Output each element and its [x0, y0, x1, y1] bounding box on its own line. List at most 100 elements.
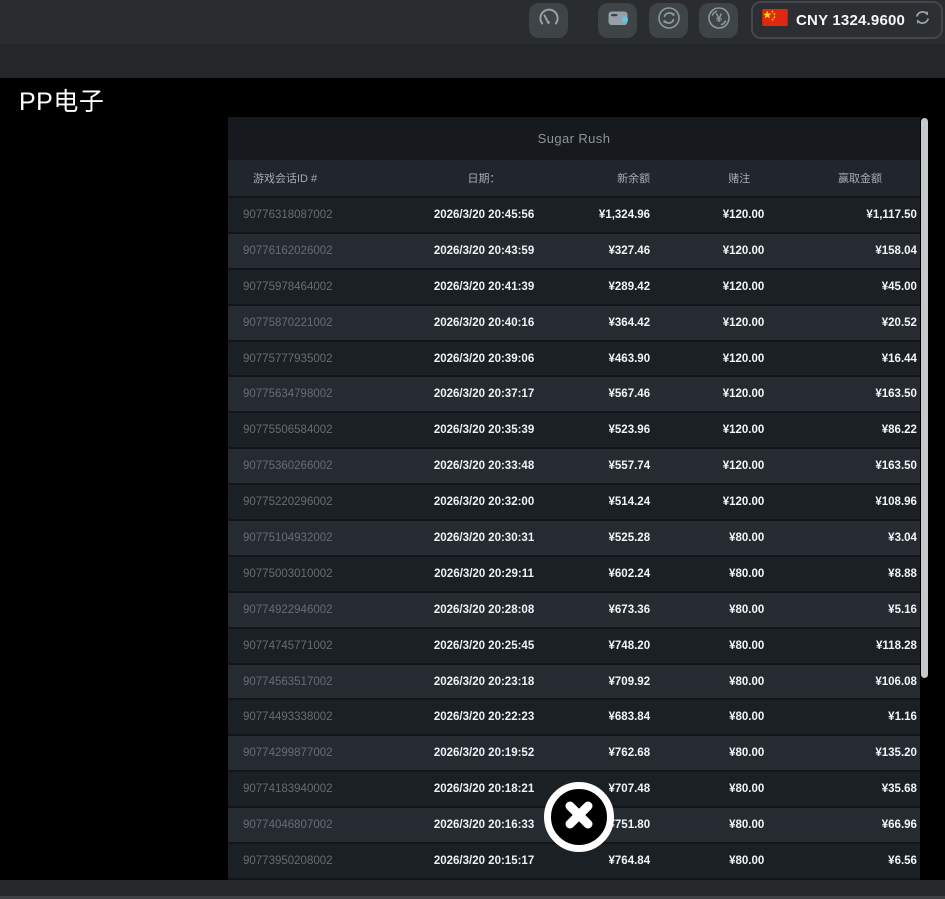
cell-balance: ¥602.24	[574, 568, 650, 580]
table-row: 907759784640022026/3/20 20:41:39¥289.42 ¥…	[228, 270, 920, 306]
cell-session-id: 90774922946002	[228, 604, 394, 616]
cell-session-id: 90775360266002	[228, 460, 394, 472]
cell-balance: ¥463.90	[574, 353, 650, 365]
cell-win: ¥5.16	[764, 604, 920, 616]
game-history-modal: Sugar Rush 游戏会话ID # 日期： 新余额 赌注 赢取金额 9077…	[228, 117, 920, 880]
cell-bet: ¥80.00	[650, 676, 764, 688]
currency-exchange-button[interactable]: ¥	[699, 3, 738, 38]
cell-session-id: 90775104932002	[228, 532, 394, 544]
cell-session-id: 90775003010002	[228, 568, 394, 580]
china-flag-icon	[762, 9, 788, 31]
cell-win: ¥1,117.50	[764, 209, 920, 221]
secondary-bar	[0, 44, 945, 78]
cell-date: 2026/3/20 20:41:39	[394, 281, 574, 293]
cell-bet: ¥120.00	[650, 388, 764, 400]
column-header-session-id: 游戏会话ID #	[228, 170, 394, 186]
cell-win: ¥45.00	[764, 281, 920, 293]
cell-session-id: 90775220296002	[228, 496, 394, 508]
wallet-button[interactable]	[598, 3, 637, 38]
cell-bet: ¥80.00	[650, 711, 764, 723]
cell-date: 2026/3/20 20:15:17	[394, 855, 574, 867]
cell-session-id: 90775634798002	[228, 388, 394, 400]
modal-scrollbar-track[interactable]	[920, 117, 929, 880]
table-row: 907747457710022026/3/20 20:25:45¥748.20¥…	[228, 629, 920, 665]
column-header-bet: 赌注	[650, 170, 764, 186]
cell-session-id: 90775978464002	[228, 281, 394, 293]
cell-date: 2026/3/20 20:37:17	[394, 388, 574, 400]
cell-balance: ¥762.68	[574, 747, 650, 759]
table-row: 907761620260022026/3/20 20:43:59¥327.46 ¥…	[228, 234, 920, 270]
cell-balance: ¥567.46	[574, 388, 650, 400]
currency-balance: CNY 1324.9600	[796, 12, 905, 29]
cell-bet: ¥80.00	[650, 855, 764, 867]
column-header-balance: 新余额	[574, 170, 650, 186]
cell-session-id: 90774745771002	[228, 640, 394, 652]
cell-win: ¥86.22	[764, 424, 920, 436]
column-header-date: 日期：	[394, 170, 574, 186]
cell-date: 2026/3/20 20:39:06	[394, 353, 574, 365]
cell-balance: ¥289.42	[574, 281, 650, 293]
gauge-button[interactable]	[529, 3, 568, 38]
svg-text:¥: ¥	[715, 11, 722, 25]
cell-win: ¥106.08	[764, 676, 920, 688]
cell-session-id: 90776162026002	[228, 245, 394, 257]
refresh-icon[interactable]	[913, 8, 932, 32]
screen: ¥ CNY 1324.9600 PP电子 Suga	[0, 0, 945, 899]
currency-exchange-icon: ¥	[706, 5, 732, 36]
cell-win: ¥135.20	[764, 747, 920, 759]
table-row: 907763180870022026/3/20 20:45:56¥1,324.9…	[228, 198, 920, 234]
table-header: 游戏会话ID # 日期： 新余额 赌注 赢取金额	[228, 160, 920, 198]
cell-balance: ¥514.24	[574, 496, 650, 508]
cell-bet: ¥120.00	[650, 424, 764, 436]
currency-selector[interactable]: CNY 1324.9600	[751, 1, 943, 39]
table-row: 907745635170022026/3/20 20:23:18¥709.92¥…	[228, 665, 920, 701]
cell-session-id: 90775870221002	[228, 317, 394, 329]
table-row: 907753602660022026/3/20 20:33:48¥557.74¥…	[228, 449, 920, 485]
cell-date: 2026/3/20 20:40:16	[394, 317, 574, 329]
cell-balance: ¥525.28	[574, 532, 650, 544]
cell-win: ¥1.16	[764, 711, 920, 723]
modal-scrollbar-thumb[interactable]	[921, 118, 928, 678]
cell-win: ¥163.50	[764, 460, 920, 472]
cell-session-id: 90776318087002	[228, 209, 394, 221]
cell-date: 2026/3/20 20:30:31	[394, 532, 574, 544]
cell-win: ¥158.04	[764, 245, 920, 257]
cell-date: 2026/3/20 20:18:21	[394, 783, 574, 795]
table-row: 907752202960022026/3/20 20:32:00¥514.24¥…	[228, 485, 920, 521]
cell-bet: ¥80.00	[650, 568, 764, 580]
cell-balance: ¥709.92	[574, 676, 650, 688]
cell-balance: ¥327.46	[574, 245, 650, 257]
cell-session-id: 90775777935002	[228, 353, 394, 365]
table-row: 907751049320022026/3/20 20:30:31¥525.28¥…	[228, 521, 920, 557]
cell-balance: ¥364.42	[574, 317, 650, 329]
cell-win: ¥20.52	[764, 317, 920, 329]
cell-bet: ¥120.00	[650, 209, 764, 221]
cell-bet: ¥80.00	[650, 640, 764, 652]
cell-win: ¥8.88	[764, 568, 920, 580]
cell-win: ¥16.44	[764, 353, 920, 365]
cell-balance: ¥673.36	[574, 604, 650, 616]
cell-date: 2026/3/20 20:29:11	[394, 568, 574, 580]
cell-bet: ¥120.00	[650, 317, 764, 329]
cell-date: 2026/3/20 20:22:23	[394, 711, 574, 723]
cell-win: ¥6.56	[764, 855, 920, 867]
cell-date: 2026/3/20 20:25:45	[394, 640, 574, 652]
cell-bet: ¥80.00	[650, 783, 764, 795]
cell-bet: ¥120.00	[650, 460, 764, 472]
modal-close-button[interactable]	[544, 782, 614, 852]
cell-session-id: 90773950208002	[228, 855, 394, 867]
cell-win: ¥108.96	[764, 496, 920, 508]
cell-session-id: 90774563517002	[228, 676, 394, 688]
cell-win: ¥163.50	[764, 388, 920, 400]
table-row: 907756347980022026/3/20 20:37:17¥567.46¥…	[228, 377, 920, 413]
cell-bet: ¥80.00	[650, 532, 764, 544]
cell-date: 2026/3/20 20:43:59	[394, 245, 574, 257]
cell-bet: ¥80.00	[650, 819, 764, 831]
cell-date: 2026/3/20 20:35:39	[394, 424, 574, 436]
bottom-bar	[0, 880, 945, 896]
cell-bet: ¥80.00	[650, 604, 764, 616]
sync-button[interactable]	[649, 3, 688, 38]
wallet-icon	[606, 6, 630, 35]
cell-win: ¥118.28	[764, 640, 920, 652]
column-header-win: 赢取金额	[764, 170, 920, 186]
